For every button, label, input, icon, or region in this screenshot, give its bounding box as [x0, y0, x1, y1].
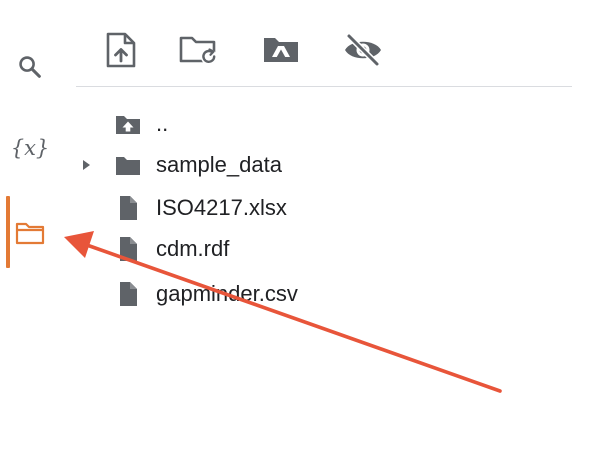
search-icon	[19, 56, 41, 78]
variables-button[interactable]: {x}	[0, 118, 60, 178]
tree-item-sample-data[interactable]: sample_data	[76, 145, 556, 185]
file-icon	[120, 282, 137, 306]
refresh-button[interactable]	[177, 28, 221, 72]
folder-up-icon	[116, 116, 140, 134]
mount-drive-button[interactable]	[259, 28, 303, 72]
variables-icon: {x}	[10, 136, 50, 160]
upload-button[interactable]	[99, 28, 143, 72]
file-icon	[120, 196, 137, 220]
file-icon	[120, 237, 137, 261]
file-browser-panel: {x} .. sample_data ISO4217.xlsx cdm.rdf …	[0, 0, 594, 454]
file-name: gapminder.csv	[156, 281, 298, 306]
files-button[interactable]	[0, 203, 60, 263]
upload-file-icon	[106, 32, 136, 68]
search-button[interactable]	[0, 37, 60, 97]
tree-item-parent[interactable]: ..	[76, 104, 556, 144]
hide-hidden-files-icon	[345, 33, 381, 67]
folder-icon	[116, 157, 140, 175]
tree-item-gapminder[interactable]: gapminder.csv	[76, 274, 556, 314]
mount-drive-icon	[264, 38, 298, 62]
toolbar-divider	[76, 86, 572, 87]
chevron-right-icon[interactable]	[80, 157, 94, 173]
folder-icon	[15, 222, 45, 245]
file-name: cdm.rdf	[156, 236, 230, 261]
tree-item-iso4217[interactable]: ISO4217.xlsx	[76, 188, 556, 228]
toggle-hidden-files-button[interactable]	[341, 28, 385, 72]
tree-item-cdm[interactable]: cdm.rdf	[76, 229, 556, 269]
file-name: ISO4217.xlsx	[156, 195, 287, 220]
file-name: ..	[156, 111, 169, 136]
file-name: sample_data	[156, 152, 282, 177]
refresh-folder-icon	[179, 36, 217, 65]
